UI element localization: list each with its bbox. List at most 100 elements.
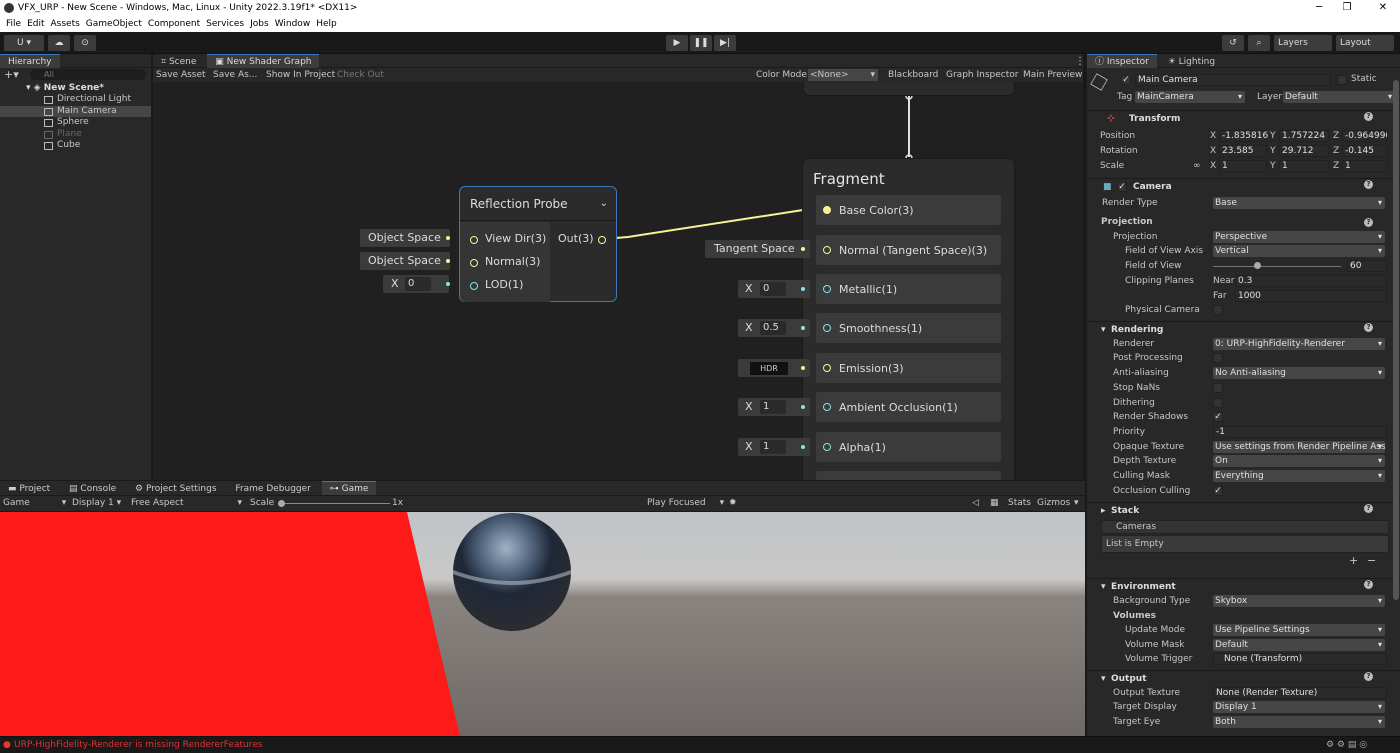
position-x[interactable]: -1.835816 xyxy=(1219,130,1268,142)
search-icon[interactable]: ⌕ xyxy=(1248,35,1270,51)
rotation-z[interactable]: -0.145 xyxy=(1342,145,1388,157)
tab-frame-debugger[interactable]: Frame Debugger xyxy=(227,482,318,496)
rotation-x[interactable]: 23.585 xyxy=(1219,145,1267,157)
slot-alpha[interactable]: Alpha(1) xyxy=(816,432,1001,462)
display-dropdown[interactable]: Display 1 ▾ xyxy=(72,496,121,511)
slot-normal[interactable]: Normal (Tangent Space)(3) xyxy=(816,235,1001,265)
dither-checkbox[interactable] xyxy=(1213,398,1223,408)
normal-space-input[interactable]: Tangent Space xyxy=(705,240,810,258)
post-checkbox[interactable] xyxy=(1213,353,1223,363)
target-eye-dropdown[interactable]: Both xyxy=(1213,716,1385,728)
occlusion-checkbox[interactable]: ✓ xyxy=(1213,486,1223,496)
emission-input[interactable]: HDR xyxy=(738,359,810,377)
bg-dropdown[interactable]: Skybox xyxy=(1213,595,1385,607)
hierarchy-item-main-camera[interactable]: Main Camera xyxy=(0,105,151,117)
maximize-icon[interactable]: ❐ xyxy=(1334,0,1360,16)
scene-root[interactable]: ▾ ◈ New Scene* xyxy=(0,82,151,94)
trigger-field[interactable]: None (Transform) xyxy=(1213,653,1387,665)
position-z[interactable]: -0.964990 xyxy=(1342,130,1388,142)
play-mode-dropdown[interactable]: Play Focused ▾ xyxy=(647,496,724,511)
slot-emission[interactable]: Emission(3) xyxy=(816,353,1001,383)
history-icon[interactable]: ↺ xyxy=(1222,35,1244,51)
near-field[interactable]: 0.3 xyxy=(1235,275,1387,287)
lod-field[interactable]: X 0 xyxy=(383,275,449,293)
ao-input[interactable]: X1 xyxy=(738,398,810,416)
slot-smoothness[interactable]: Smoothness(1) xyxy=(816,313,1001,343)
menu-services[interactable]: Services xyxy=(206,19,244,29)
out-port-icon[interactable] xyxy=(598,236,606,244)
output-section[interactable]: ▾ Output? xyxy=(1087,670,1400,686)
layers-dropdown[interactable]: Layers xyxy=(1274,35,1332,51)
collab-icon[interactable]: ⊙ xyxy=(74,35,96,51)
hierarchy-item-directional-light[interactable]: Directional Light xyxy=(0,94,151,106)
scale-slider[interactable] xyxy=(280,503,390,504)
camera-section[interactable]: Camera ■ ✓? xyxy=(1087,178,1400,194)
play-icon[interactable]: ▶ xyxy=(666,35,688,51)
ao-port-icon[interactable] xyxy=(823,403,831,411)
normal-port-icon[interactable] xyxy=(823,246,831,254)
fov-slider[interactable] xyxy=(1213,266,1341,267)
fov-slider-thumb[interactable] xyxy=(1253,262,1261,269)
render-type-dropdown[interactable]: Base xyxy=(1213,197,1385,209)
more-options-icon[interactable]: ⋮ xyxy=(1075,56,1083,67)
menu-jobs[interactable]: Jobs xyxy=(250,19,269,29)
fov-axis-dropdown[interactable]: Vertical xyxy=(1213,245,1385,257)
active-checkbox[interactable]: ✓ xyxy=(1121,75,1131,85)
fov-value[interactable]: 60 xyxy=(1347,260,1387,272)
menu-gameobject[interactable]: GameObject xyxy=(86,19,142,29)
smoothness-port-icon[interactable] xyxy=(823,324,831,332)
stack-section[interactable]: ▸ Stack? xyxy=(1087,502,1400,518)
stack-add-button[interactable]: + xyxy=(1349,554,1358,567)
account-button[interactable]: U ▾ xyxy=(4,35,44,51)
audio-mute-icon[interactable]: ◁ xyxy=(972,496,979,511)
smoothness-input[interactable]: X 0.5 xyxy=(738,319,810,337)
transform-section[interactable]: Transform ⊹? xyxy=(1087,110,1400,126)
object-name-field[interactable]: Main Camera xyxy=(1135,74,1331,86)
slot-ambient-occlusion[interactable]: Ambient Occlusion(1) xyxy=(816,392,1001,422)
cloud-icon[interactable]: ☁ xyxy=(48,35,70,51)
status-message[interactable]: URP-HighFidelity-Renderer is missing Ren… xyxy=(14,740,262,750)
hierarchy-item-plane[interactable]: Plane xyxy=(0,129,151,141)
environment-section[interactable]: ▾ Environment? xyxy=(1087,578,1400,594)
game-mode-dropdown[interactable]: Game ▾ xyxy=(3,496,66,511)
base-color-port-icon[interactable] xyxy=(823,206,831,214)
step-icon[interactable]: ▶| xyxy=(714,35,736,51)
tab-project-settings[interactable]: ⚙ Project Settings xyxy=(127,482,225,496)
depth-dropdown[interactable]: On xyxy=(1213,455,1385,467)
metallic-input[interactable]: X0 xyxy=(738,280,810,298)
nan-checkbox[interactable] xyxy=(1213,383,1223,393)
static-checkbox[interactable] xyxy=(1337,75,1347,85)
alpha-port-icon[interactable] xyxy=(823,443,831,451)
game-view[interactable] xyxy=(0,512,1085,736)
layer-dropdown[interactable]: Default xyxy=(1283,91,1395,103)
mask-dropdown[interactable]: Default xyxy=(1213,639,1385,651)
menu-file[interactable]: File xyxy=(6,19,21,29)
tab-lighting[interactable]: ☀ Lighting xyxy=(1160,55,1223,69)
stats-button[interactable]: Stats xyxy=(1008,496,1031,511)
tab-project[interactable]: ▬ Project xyxy=(0,482,58,496)
slot-base-color[interactable]: Base Color(3) xyxy=(816,195,1001,225)
menu-window[interactable]: Window xyxy=(275,19,311,29)
hierarchy-search-input[interactable]: All xyxy=(30,69,146,80)
scale-slider-thumb[interactable] xyxy=(278,500,285,507)
physical-checkbox[interactable] xyxy=(1213,305,1223,315)
tab-console[interactable]: ▤ Console xyxy=(61,482,124,496)
metallic-port-icon[interactable] xyxy=(823,285,831,293)
view-dir-port-icon[interactable] xyxy=(470,236,478,244)
emission-port-icon[interactable] xyxy=(823,364,831,372)
collapse-chevron-icon[interactable]: ⌄ xyxy=(600,187,608,221)
gizmos-button[interactable]: Gizmos xyxy=(1037,496,1070,511)
tag-dropdown[interactable]: MainCamera xyxy=(1135,91,1245,103)
hdr-swatch[interactable]: HDR xyxy=(750,362,788,375)
menu-assets[interactable]: Assets xyxy=(51,19,80,29)
gizmos-chevron-icon[interactable]: ▾ xyxy=(1074,496,1079,511)
menu-help[interactable]: Help xyxy=(316,19,337,29)
close-icon[interactable]: ✕ xyxy=(1370,0,1396,16)
scale-y[interactable]: 1 xyxy=(1279,160,1329,172)
scale-z[interactable]: 1 xyxy=(1342,160,1388,172)
priority-field[interactable]: -1 xyxy=(1213,426,1387,438)
link-icon[interactable]: ∞ xyxy=(1193,159,1201,173)
opaque-dropdown[interactable]: Use settings from Render Pipeline Asset xyxy=(1213,441,1385,453)
projection-subsection[interactable]: Projection? xyxy=(1087,215,1400,229)
slot-metallic[interactable]: Metallic(1) xyxy=(816,274,1001,304)
